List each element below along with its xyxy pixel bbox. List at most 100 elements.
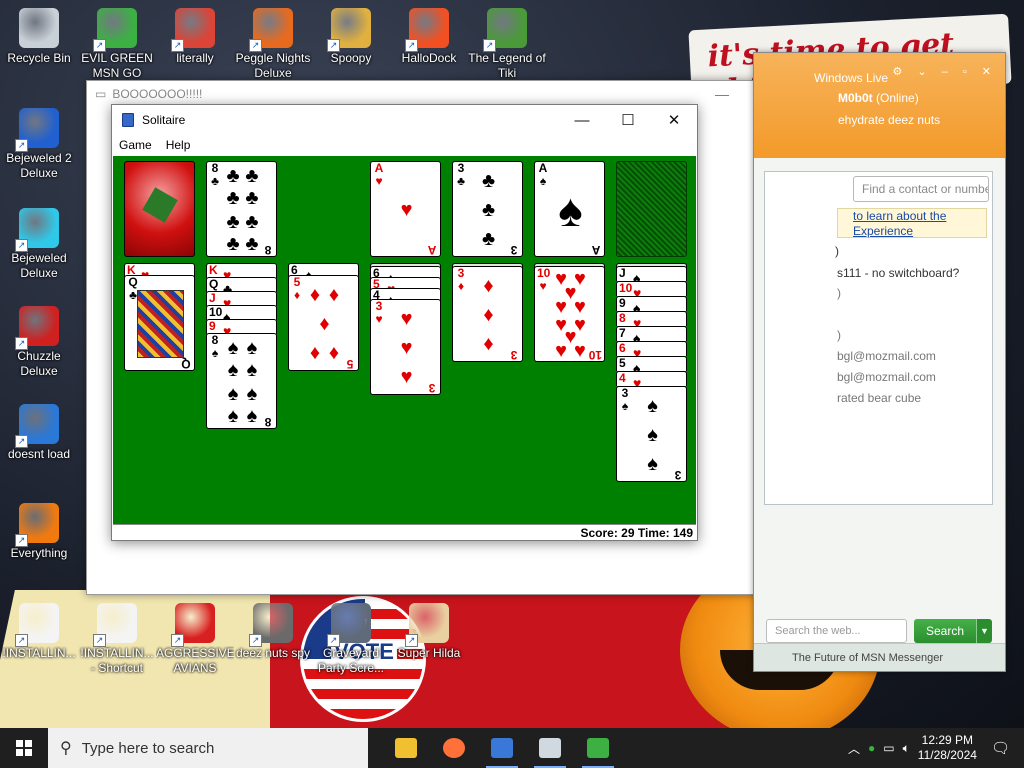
playing-card[interactable]: 8 ♣ 8 ♣ ♣ ♣ ♣ ♣ ♣ ♣ ♣ <box>206 161 277 257</box>
contact-line[interactable]: s111 - no switchboard? <box>837 266 959 280</box>
taskbar-app[interactable] <box>430 728 478 768</box>
playing-card[interactable]: 3 ♥ 3 ♥ ♥ ♥ <box>370 299 441 395</box>
playing-card[interactable]: 5 ♦ 5 ♦ ♦ ♦ ♦ ♦ <box>288 275 359 371</box>
card-stripe[interactable]: J ♥ <box>206 291 277 306</box>
desktop-icon[interactable]: ↗ The Legend of Tiki <box>468 8 546 81</box>
playing-card[interactable]: 3 ♠ 3 ♠ ♠ ♠ <box>616 386 687 482</box>
contact-line[interactable]: bgl@mozmail.com <box>837 349 936 363</box>
game-board[interactable]: 8 ♣ 8 ♣ ♣ ♣ ♣ ♣ ♣ ♣ ♣ A ♥ A ♥ 3 ♣ 3 ♣ ♣ ♣ A ♠ A ♠ K ♥ Q ♣ Q K ♥ Q ♣ J ♥ 10 ♠ 9… <box>113 156 696 524</box>
msn-user-name[interactable]: M0b0t (Online) <box>838 91 919 105</box>
desktop-icon[interactable]: ↗ Super Hilda <box>390 603 468 661</box>
taskbar-app[interactable] <box>478 728 526 768</box>
playing-card[interactable]: 3 ♣ 3 ♣ ♣ ♣ <box>452 161 523 257</box>
msn-window-controls[interactable]: ⚙ ⌄ – ▫ ✕ <box>892 65 997 78</box>
desktop-icon[interactable]: ↗ doesnt load <box>0 404 78 462</box>
desktop-icon[interactable]: ↗ literally <box>156 8 234 66</box>
notifications-icon[interactable]: 🗨︎ <box>991 739 1010 757</box>
taskbar-app[interactable] <box>574 728 622 768</box>
contact-line[interactable]: rated bear cube <box>837 391 921 405</box>
taskbar-search-box[interactable]: ⚲ Type here to search <box>48 728 368 768</box>
card-stripe[interactable]: Q ♣ <box>206 277 277 292</box>
desktop-icon[interactable]: Recycle Bin <box>0 8 78 66</box>
card-pip: ♦ <box>309 284 321 307</box>
msn-info-banner[interactable]: to learn about the Experience <box>837 208 987 238</box>
card-rank: 9 <box>619 296 626 310</box>
card-pip: ♥ <box>574 339 586 362</box>
desktop-icon[interactable]: ↗ !INSTALLIN... - Shortcut <box>78 603 156 676</box>
stock-pile[interactable] <box>124 161 195 257</box>
msn-tray-icon[interactable]: ● <box>868 741 875 755</box>
playing-card[interactable]: 8 ♠ 8 ♠ ♠ ♠ ♠ ♠ ♠ ♠ ♠ <box>206 333 277 429</box>
contact-line[interactable]: ) <box>837 286 841 300</box>
playing-card[interactable]: 10 ♥ 10 ♥ ♥ ♥ ♥ ♥ ♥ ♥ ♥ ♥ ♥ <box>534 266 605 362</box>
card-stripe[interactable]: 5 ♠ <box>616 356 687 371</box>
solitaire-window[interactable]: Solitaire — ☐ ✕ Game Help 8 ♣ 8 ♣ ♣ ♣ ♣ ♣ ♣ ♣ ♣ A ♥ A… <box>111 104 698 541</box>
volume-icon[interactable]: 🔈︎ <box>903 741 910 756</box>
desktop-icon[interactable]: ↗ Graveyard Party Scre... <box>312 603 390 676</box>
desktop-icon[interactable]: ↗ AGGRESSIVE AVIANS <box>156 603 234 676</box>
card-stripe[interactable]: 6 ♥ <box>616 341 687 356</box>
windows-logo-icon <box>16 740 32 756</box>
card-pip: ♠ <box>227 359 239 382</box>
playing-card[interactable]: 3 ♦ 3 ♦ ♦ ♦ <box>452 266 523 362</box>
card-stripe[interactable]: 7 ♠ <box>616 326 687 341</box>
close-button[interactable]: ✕ <box>651 105 697 135</box>
card-stripe[interactable]: 10 ♥ <box>616 281 687 296</box>
card-pip: ♣ <box>245 165 259 188</box>
start-button[interactable] <box>0 728 48 768</box>
desktop-icon[interactable]: ↗ Spoopy <box>312 8 390 66</box>
desktop-icon[interactable]: ↗ Everything <box>0 503 78 561</box>
taskbar-app[interactable] <box>526 728 574 768</box>
contact-line[interactable]: ) <box>835 244 839 258</box>
desktop-icon[interactable]: ↗ EVIL GREEN MSN GO <box>78 8 156 81</box>
desktop-icon[interactable]: ↗ deez nuts spy <box>234 603 312 661</box>
desktop-icon[interactable]: ↗ Bejeweled Deluxe <box>0 208 78 281</box>
desktop-icon-label: Chuzzle Deluxe <box>17 349 61 378</box>
boo-window-title: BOOOOOOO!!!!! <box>112 87 203 101</box>
show-hidden-icons-icon[interactable]: ︿ <box>848 740 860 757</box>
window-icon: ▭ <box>95 87 107 101</box>
minimize-button[interactable]: — <box>559 105 605 135</box>
menu-game[interactable]: Game <box>119 138 152 152</box>
desktop-icon[interactable]: ↗ !INSTALLIN... <box>0 603 78 661</box>
contact-line[interactable]: ) <box>837 328 841 342</box>
search-button[interactable]: Search <box>914 619 976 643</box>
card-stripe[interactable]: J ♠ <box>616 266 687 281</box>
foundation-slot[interactable] <box>616 161 687 257</box>
desktop-icon-label: Super Hilda <box>397 646 461 660</box>
shortcut-arrow-icon: ↗ <box>483 39 496 52</box>
playing-card[interactable]: Q ♣ Q <box>124 275 195 371</box>
taskbar-app[interactable] <box>382 728 430 768</box>
desktop-icon[interactable]: ↗ Chuzzle Deluxe <box>0 306 78 379</box>
msn-personal-message[interactable]: ehydrate deez nuts <box>838 113 940 127</box>
card-pip: ♦ <box>309 341 321 364</box>
desktop-icon[interactable]: ↗ HalloDock <box>390 8 468 66</box>
file-explorer-icon <box>395 738 417 758</box>
minimize-button[interactable]: — <box>699 81 745 107</box>
desktop-icon-label: Peggle Nights Deluxe <box>235 51 311 80</box>
find-contact-input[interactable]: Find a contact or numbe <box>853 176 989 202</box>
msn-messenger-window[interactable]: Windows Live ⚙ ⌄ – ▫ ✕ M0b0t (Online) eh… <box>753 52 1006 672</box>
web-search-input[interactable]: Search the web... <box>766 619 907 643</box>
face-card-art <box>137 290 184 358</box>
network-icon[interactable]: ▭ <box>883 741 894 755</box>
msn-status[interactable]: (Online) <box>876 91 919 105</box>
clock[interactable]: 12:29 PM 11/28/2024 <box>918 733 977 763</box>
playing-card[interactable]: A ♥ A ♥ <box>370 161 441 257</box>
card-pip: ♣ <box>245 210 259 233</box>
desktop-icon[interactable]: ↗ Peggle Nights Deluxe <box>234 8 312 81</box>
playing-card[interactable]: A ♠ A ♠ <box>534 161 605 257</box>
windows-stack-icon: ↗ <box>249 603 293 647</box>
menu-help[interactable]: Help <box>166 138 191 152</box>
card-stripe[interactable]: 10 ♠ <box>206 305 277 320</box>
search-dropdown-icon[interactable]: ▼ <box>976 619 992 643</box>
desktop-icon[interactable]: ↗ Bejeweled 2 Deluxe <box>0 108 78 181</box>
card-stripe[interactable]: 9 ♠ <box>616 296 687 311</box>
card-stripe[interactable]: 4 ♥ <box>616 371 687 386</box>
card-stripe[interactable]: 9 ♥ <box>206 319 277 334</box>
maximize-button[interactable]: ☐ <box>605 105 651 135</box>
card-rank: 3 <box>674 468 682 482</box>
card-stripe[interactable]: K ♥ <box>206 263 277 278</box>
card-stripe[interactable]: 8 ♥ <box>616 311 687 326</box>
contact-line[interactable]: bgl@mozmail.com <box>837 370 936 384</box>
